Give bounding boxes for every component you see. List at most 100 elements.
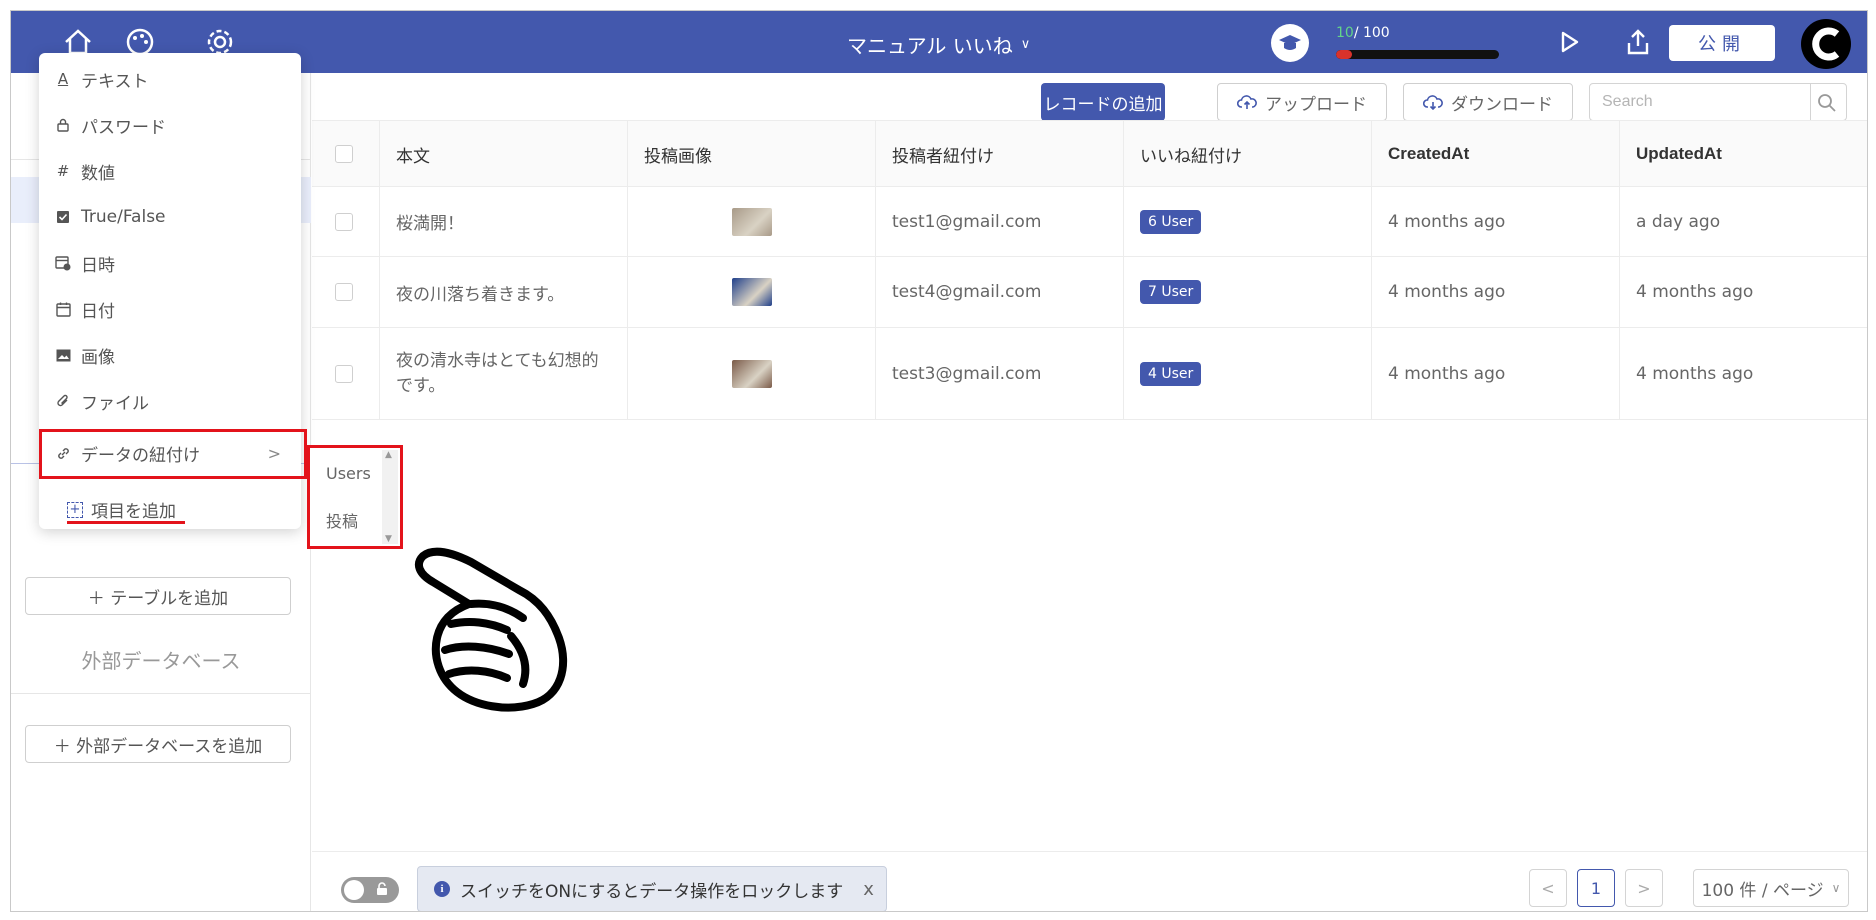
column-header[interactable]: CreatedAt bbox=[1372, 121, 1620, 187]
lock-toggle[interactable] bbox=[341, 877, 399, 903]
menu-item-label: 数値 bbox=[81, 163, 115, 184]
play-icon[interactable] bbox=[1554, 27, 1584, 57]
upload-button[interactable]: アップロード bbox=[1217, 83, 1387, 121]
external-db-label: 外部データベース bbox=[81, 649, 241, 673]
created-cell: 4 months ago bbox=[1372, 257, 1620, 327]
search-input[interactable] bbox=[1590, 84, 1810, 120]
search-icon[interactable] bbox=[1816, 92, 1838, 114]
chevron-down-icon: ∨ bbox=[1020, 37, 1031, 52]
progress-bar bbox=[1336, 50, 1499, 59]
menu-item-password[interactable]: パスワード bbox=[39, 105, 301, 145]
menu-item-label: 日時 bbox=[81, 255, 115, 276]
project-title-dropdown[interactable]: マニュアル いいね ∨ bbox=[847, 30, 1030, 59]
page-1-button[interactable]: 1 bbox=[1577, 869, 1615, 907]
logo-icon[interactable] bbox=[1801, 19, 1851, 69]
author-cell: test4@gmail.com bbox=[876, 257, 1124, 327]
relation-table-submenu: Users 投稿 ▲ ▼ bbox=[307, 445, 403, 549]
calendar-icon bbox=[55, 301, 71, 317]
likes-badge[interactable]: 7 User bbox=[1140, 280, 1202, 304]
progress-total: / 100 bbox=[1353, 25, 1390, 41]
post-image-thumbnail[interactable] bbox=[731, 207, 772, 236]
column-header[interactable]: UpdatedAt bbox=[1620, 121, 1867, 187]
table-row[interactable]: 夜の川落ち着きます。 test4@gmail.com 7 User 4 mont… bbox=[312, 257, 1867, 328]
menu-item-file[interactable]: ファイル bbox=[39, 381, 301, 421]
download-label: ダウンロード bbox=[1451, 94, 1553, 115]
column-header[interactable]: 投稿者紐付け bbox=[876, 121, 1124, 187]
prev-page-button[interactable]: < bbox=[1529, 869, 1567, 907]
table-header: 本文 投稿画像 投稿者紐付け いいね紐付け CreatedAt UpdatedA… bbox=[312, 120, 1867, 187]
row-checkbox[interactable] bbox=[335, 212, 353, 231]
app-window: マニュアル いいね ∨ 10/ 100 公開 ＋ テーブルを追加 外部データベー… bbox=[10, 10, 1868, 912]
table-row[interactable]: 夜の清水寺はとても幻想的です。 test3@gmail.com 4 User 4… bbox=[312, 328, 1867, 420]
menu-item-date[interactable]: 日付 bbox=[39, 289, 301, 329]
likes-cell: 4 User bbox=[1124, 328, 1372, 419]
row-checkbox[interactable] bbox=[335, 364, 353, 383]
add-field-label: 項目を追加 bbox=[91, 502, 176, 522]
row-select-cell bbox=[312, 328, 380, 419]
add-box-icon: + bbox=[67, 501, 83, 518]
body-cell: 桜満開！ bbox=[380, 187, 628, 256]
menu-item-label: 画像 bbox=[81, 347, 115, 368]
post-image-thumbnail[interactable] bbox=[731, 359, 772, 388]
hash-icon: # bbox=[56, 162, 70, 180]
select-all-checkbox[interactable] bbox=[335, 145, 353, 163]
updated-cell: a day ago bbox=[1636, 211, 1721, 232]
add-record-button[interactable]: レコードの追加 bbox=[1041, 83, 1165, 121]
graduation-cap-icon[interactable] bbox=[1271, 24, 1309, 62]
likes-badge[interactable]: 6 User bbox=[1140, 209, 1202, 234]
likes-cell: 6 User bbox=[1124, 187, 1372, 256]
info-icon: i bbox=[434, 881, 450, 897]
created-cell: 4 months ago bbox=[1372, 187, 1620, 256]
menu-item-datetime[interactable]: 日時 bbox=[39, 243, 301, 283]
image-cell bbox=[628, 328, 876, 419]
next-page-button[interactable]: > bbox=[1625, 869, 1663, 907]
lock-notice-text: スイッチをONにするとデータ操作をロックします bbox=[460, 881, 844, 902]
table-row[interactable]: 桜満開！ test1@gmail.com 6 User 4 months ago… bbox=[312, 187, 1867, 257]
image-cell bbox=[628, 187, 876, 256]
author-cell: test3@gmail.com bbox=[876, 328, 1124, 419]
menu-item-label: ファイル bbox=[81, 393, 149, 414]
chevron-down-icon: ∨ bbox=[1831, 881, 1841, 895]
submenu-scrollbar[interactable]: ▲ ▼ bbox=[382, 450, 398, 544]
per-page-select[interactable]: 100 件 / ページ ∨ bbox=[1693, 869, 1849, 907]
add-field-button[interactable]: + 項目を追加 bbox=[67, 497, 176, 522]
unlock-icon bbox=[377, 882, 387, 895]
download-button[interactable]: ダウンロード bbox=[1403, 83, 1573, 121]
per-page-value: 100 件 / ページ bbox=[1701, 880, 1824, 901]
select-all-cell bbox=[312, 121, 380, 187]
column-header[interactable]: いいね紐付け bbox=[1124, 121, 1372, 187]
scroll-down-icon[interactable]: ▼ bbox=[385, 534, 392, 544]
body-cell: 夜の清水寺はとても幻想的です。 bbox=[380, 328, 628, 419]
likes-badge[interactable]: 4 User bbox=[1140, 361, 1202, 386]
project-title: マニュアル いいね bbox=[847, 34, 1013, 58]
submenu-item-posts[interactable]: 投稿 bbox=[326, 508, 358, 532]
column-header[interactable]: 投稿画像 bbox=[628, 121, 876, 187]
row-checkbox[interactable] bbox=[335, 283, 353, 301]
add-external-db-button[interactable]: ＋ 外部データベースを追加 bbox=[25, 725, 291, 763]
scroll-up-icon[interactable]: ▲ bbox=[385, 450, 392, 460]
lock-notice: i スイッチをONにするとデータ操作をロックします x bbox=[417, 866, 887, 911]
progress-current: 10 bbox=[1336, 25, 1354, 41]
menu-item-boolean[interactable]: True/False bbox=[39, 197, 301, 237]
submenu-item-users[interactable]: Users bbox=[326, 464, 371, 483]
add-table-button[interactable]: ＋ テーブルを追加 bbox=[25, 577, 291, 615]
calendar-clock-icon bbox=[55, 255, 71, 271]
upload-label: アップロード bbox=[1265, 94, 1367, 115]
publish-button[interactable]: 公開 bbox=[1669, 25, 1775, 61]
body-cell: 夜の川落ち着きます。 bbox=[380, 257, 628, 327]
menu-item-number[interactable]: # 数値 bbox=[39, 151, 301, 191]
menu-item-text[interactable]: A テキスト bbox=[39, 59, 301, 99]
image-icon bbox=[55, 347, 71, 363]
likes-cell: 7 User bbox=[1124, 257, 1372, 327]
menu-item-image[interactable]: 画像 bbox=[39, 335, 301, 375]
add-field-underline bbox=[67, 521, 185, 524]
share-icon[interactable] bbox=[1623, 27, 1653, 57]
row-select-cell bbox=[312, 257, 380, 327]
column-header[interactable]: 本文 bbox=[380, 121, 628, 187]
created-cell: 4 months ago bbox=[1372, 328, 1620, 419]
close-icon[interactable]: x bbox=[863, 879, 874, 900]
image-cell bbox=[628, 257, 876, 327]
lock-icon bbox=[55, 117, 71, 133]
search-box bbox=[1589, 83, 1847, 121]
post-image-thumbnail[interactable] bbox=[731, 278, 772, 306]
